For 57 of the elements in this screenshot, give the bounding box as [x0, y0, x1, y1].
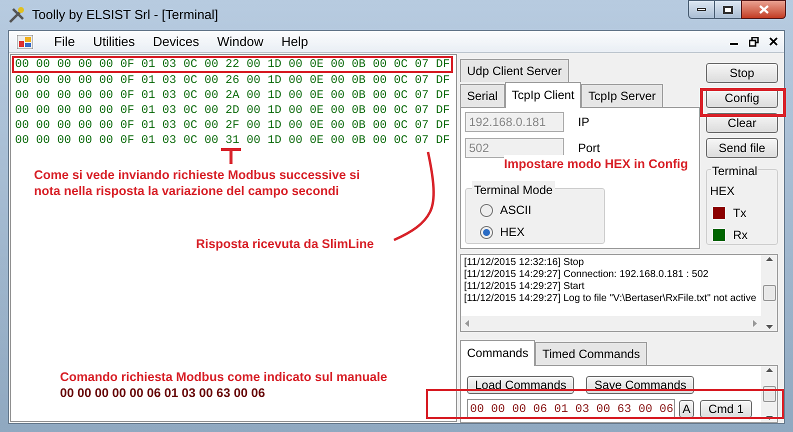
marker-line [221, 148, 241, 164]
menu-item[interactable]: Help [272, 32, 318, 52]
hex-line: 00 00 00 00 00 0F 01 03 0C 00 31 00 1D 00 0E 00 0B 00 0C 07 DF [15, 134, 450, 147]
hex-line: 00 00 00 00 00 0F 01 03 0C 00 2D 00 1D 00 0E 00 0B 00 0C 07 DF [15, 104, 450, 117]
maximize-button[interactable] [715, 0, 741, 19]
hex-line: 00 00 00 00 00 0F 01 03 0C 00 26 00 1D 00 0E 00 0B 00 0C 07 DF [15, 74, 450, 87]
hex-line: 00 00 00 00 00 0F 01 03 0C 00 2F 00 1D 00 0E 00 0B 00 0C 07 DF [15, 119, 450, 132]
tab[interactable]: Commands [460, 340, 536, 366]
button[interactable]: Stop [706, 63, 778, 83]
minimize-button[interactable] [688, 0, 715, 19]
restore-icon[interactable] [749, 36, 759, 46]
menu-item[interactable]: Devices [144, 32, 208, 52]
close-button[interactable] [741, 0, 786, 19]
radio-label: HEX [500, 224, 525, 241]
tools-icon [8, 6, 26, 24]
radio-button[interactable] [480, 204, 493, 216]
menu-item[interactable]: Window [208, 32, 272, 52]
annotation: Comando richiesta Modbus come indicato sul manuale [60, 369, 388, 386]
button[interactable]: Cmd 1 [700, 400, 752, 418]
log-line: [11/12/2015 14:29:27] Log to file "V:\Bertaser\RxFile.txt" not active [464, 293, 756, 305]
scroll-thumb[interactable] [762, 285, 776, 301]
annotation: Risposta ricevuta da SlimLine [196, 236, 374, 253]
mode-label: HEX [710, 183, 735, 200]
radio-label: ASCII [500, 202, 532, 219]
button[interactable]: A [679, 400, 694, 418]
window-title: Toolly by ELSIST Srl - [Terminal] [32, 6, 218, 24]
annotation: 00 00 00 00 00 06 01 03 00 63 00 06 [60, 385, 266, 402]
scroll-up-icon[interactable] [766, 257, 772, 261]
log-line: [11/12/2015 12:32:16] Stop [464, 257, 584, 269]
field-label: IP [578, 114, 590, 131]
close-icon [758, 5, 768, 14]
scroll-down-icon[interactable] [766, 325, 772, 329]
tab[interactable]: Timed Commands [535, 342, 647, 365]
menu-item[interactable]: Utilities [84, 32, 144, 52]
vertical-scrollbar[interactable] [761, 366, 777, 422]
scroll-up-icon[interactable] [766, 368, 772, 372]
tab[interactable]: TcpIp Server [581, 84, 663, 107]
tab[interactable]: Udp Client Server [460, 59, 569, 82]
signal-label: Tx [733, 205, 746, 222]
close-icon[interactable] [769, 37, 778, 46]
scroll-down-icon[interactable] [766, 416, 772, 420]
button[interactable]: Send file [706, 138, 778, 158]
field-label: Port [578, 140, 600, 157]
menu-item[interactable]: File [45, 32, 84, 52]
log-line: [11/12/2015 14:29:27] Start [464, 281, 584, 293]
hex-line: 00 00 00 00 00 0F 01 03 0C 00 2A 00 1D 00 0E 00 0B 00 0C 07 DF [15, 89, 450, 102]
log-line: [11/12/2015 14:29:27] Connection: 192.168.0.181 : 502 [464, 269, 708, 281]
app-icon [17, 34, 33, 48]
radio-button[interactable] [480, 226, 493, 238]
tab[interactable]: Serial [460, 84, 505, 107]
hex-line: 00 00 00 00 00 0F 01 03 0C 00 22 00 1D 00 0E 00 0B 00 0C 07 DF [15, 58, 450, 71]
annotation: Come si vede inviando richieste Modbus successive si nota nella risposta la variazione del campo secondi [34, 167, 361, 199]
vertical-scrollbar[interactable] [761, 255, 777, 331]
tab[interactable]: TcpIp Client [504, 82, 582, 108]
command-field[interactable]: 00 00 00 06 01 03 00 63 00 06 [467, 399, 675, 419]
signal-label: Rx [733, 227, 748, 244]
annotation: Impostare modo HEX in Config [504, 155, 688, 174]
